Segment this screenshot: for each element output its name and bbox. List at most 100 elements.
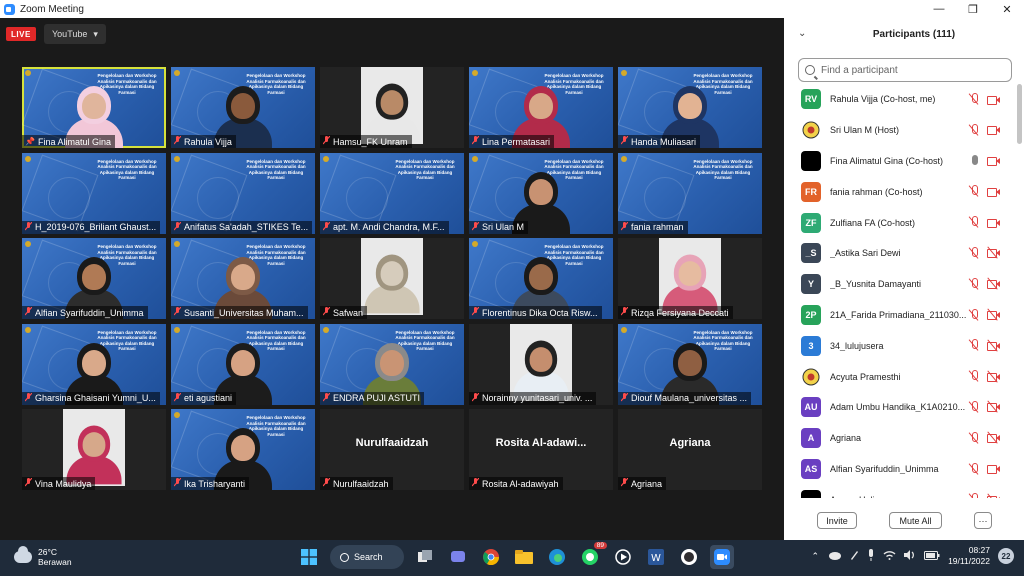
chrome-icon[interactable] (479, 545, 503, 569)
muted-mic-icon[interactable] (969, 123, 979, 136)
participant-row[interactable]: A Agriana (784, 423, 1016, 454)
muted-mic-icon[interactable] (969, 431, 979, 444)
participant-row[interactable]: _S _Astika Sari Dewi (784, 238, 1016, 269)
camera-off-icon[interactable] (987, 431, 1000, 444)
video-tile[interactable]: Pengelolaan dan Workshop Analisis Farmak… (618, 67, 762, 148)
media-player-icon[interactable] (611, 545, 635, 569)
minimize-button[interactable]: — (922, 0, 956, 18)
video-tile[interactable]: Hamsu_FK Unram (320, 67, 464, 148)
video-tile[interactable]: Pengelolaan dan Workshop Analisis Farmak… (320, 323, 464, 405)
participant-row[interactable]: Acyuta Pramesthi (784, 361, 1016, 392)
muted-mic-icon[interactable] (969, 308, 979, 321)
muted-mic-icon[interactable] (969, 462, 979, 475)
participant-row[interactable]: 3 34_lulujusera (784, 330, 1016, 361)
video-tile[interactable]: Safwan (320, 238, 464, 319)
whatsapp-icon[interactable]: 89 (578, 542, 607, 569)
weather-widget[interactable]: 26°C Berawan (14, 546, 72, 567)
pen-icon[interactable] (849, 549, 859, 563)
video-tile[interactable]: Pengelolaan dan Workshop Analisis Farmak… (22, 152, 166, 234)
close-button[interactable]: ✕ (990, 0, 1024, 18)
invite-button[interactable]: Invite (817, 512, 857, 529)
edge-icon[interactable] (545, 545, 569, 569)
muted-mic-icon[interactable] (969, 216, 979, 228)
participant-row[interactable]: AU Adam Umbu Handika_K1A0210... (784, 392, 1016, 423)
video-tile[interactable]: Agriana Agriana (618, 409, 762, 490)
camera-off-icon[interactable] (987, 277, 1000, 290)
microphone-icon[interactable] (867, 549, 875, 563)
participant-search-input[interactable] (821, 64, 991, 76)
video-tile[interactable]: Pengelolaan dan Workshop Analisis Farmak… (22, 323, 166, 405)
video-tile[interactable]: Pengelolaan dan Workshop Analisis Farmak… (469, 238, 613, 319)
camera-icon[interactable] (987, 156, 1000, 167)
video-tile[interactable]: Pengelolaan dan Workshop Analisis Farmak… (171, 323, 315, 405)
wifi-icon[interactable] (883, 550, 896, 562)
video-tile[interactable]: Pengelolaan dan Workshop Analisis Farmak… (171, 409, 315, 490)
battery-icon[interactable] (924, 550, 940, 562)
participant-search[interactable] (798, 58, 1012, 82)
video-tile[interactable]: Pengelolaan dan Workshop Analisis Farmak… (469, 67, 613, 148)
participant-row[interactable]: ZF Zulfiana FA (Co-host) (784, 207, 1016, 238)
muted-mic-icon[interactable] (969, 339, 979, 351)
youtube-dropdown[interactable]: YouTube ▾ (44, 24, 106, 44)
camera-off-icon[interactable] (987, 493, 1000, 498)
video-tile[interactable]: Pengelolaan dan Workshop Analisis Farmak… (22, 67, 166, 148)
camera-off-icon[interactable] (987, 400, 1000, 414)
camera-icon[interactable] (987, 125, 1000, 136)
participant-row[interactable]: 2P 21A_Farida Primadiana_211030... (784, 300, 1016, 331)
chat-icon[interactable] (446, 545, 470, 569)
volume-icon[interactable] (904, 550, 916, 562)
camera-off-icon[interactable] (987, 370, 1000, 383)
video-tile[interactable]: Rosita Al-adawi... Rosita Al-adawiyah (469, 409, 613, 490)
video-tile[interactable]: Pengelolaan dan Workshop Analisis Farmak… (618, 152, 762, 234)
participant-row[interactable]: RV Rahula Vijja (Co-host, me) (784, 84, 1016, 115)
tray-overflow-icon[interactable]: ⌃ (812, 551, 820, 562)
notification-count[interactable]: 22 (998, 548, 1014, 564)
participant-row[interactable]: AS Alfian Syarifuddin_Unimma (784, 454, 1016, 485)
onedrive-icon[interactable] (827, 551, 842, 562)
taskbar-search[interactable]: Search (330, 545, 404, 569)
video-tile[interactable]: Pengelolaan dan Workshop Analisis Farmak… (171, 238, 315, 319)
muted-mic-icon[interactable] (969, 493, 979, 498)
muted-mic-icon[interactable] (969, 246, 979, 259)
obs-icon[interactable] (677, 545, 701, 569)
participant-row[interactable]: Sri Ulan M (Host) (784, 115, 1016, 146)
camera-off-icon[interactable] (987, 339, 1000, 352)
camera-off-icon[interactable] (987, 246, 1000, 260)
collapse-chevron-icon[interactable]: ⌄ (798, 28, 806, 39)
windows-start-icon[interactable] (297, 545, 321, 569)
participant-list-scrollbar[interactable] (1017, 84, 1022, 144)
participant-row[interactable]: Amran Halim (784, 484, 1016, 498)
video-tile[interactable]: Pengelolaan dan Workshop Analisis Farmak… (469, 152, 613, 234)
camera-icon[interactable] (987, 218, 1000, 228)
video-tile[interactable]: Pengelolaan dan Workshop Analisis Farmak… (22, 238, 166, 319)
taskbar-clock[interactable]: 08:27 19/11/2022 (948, 545, 990, 567)
participant-row[interactable]: Y _B_Yusnita Damayanti (784, 269, 1016, 300)
camera-icon[interactable] (987, 464, 1000, 475)
live-badge[interactable]: LIVE (6, 27, 36, 41)
task-view-icon[interactable] (413, 545, 437, 569)
restore-button[interactable]: ❐ (956, 0, 990, 18)
muted-mic-icon[interactable] (969, 400, 979, 413)
microphone-icon[interactable] (969, 154, 979, 167)
more-options-button[interactable]: ··· (974, 512, 992, 529)
muted-mic-icon[interactable] (969, 185, 979, 197)
video-tile[interactable]: Nurulfaaidzah Nurulfaaidzah (320, 409, 464, 490)
camera-icon[interactable] (987, 95, 1000, 105)
muted-mic-icon[interactable] (969, 370, 979, 382)
video-tile[interactable]: Norainny yunitasari_univ. ... (469, 323, 613, 405)
word-icon[interactable]: W (644, 545, 668, 569)
muted-mic-icon[interactable] (969, 277, 979, 290)
camera-off-icon[interactable] (987, 308, 1000, 321)
video-tile[interactable]: Pengelolaan dan Workshop Analisis Farmak… (618, 323, 762, 405)
video-tile[interactable]: Pengelolaan dan Workshop Analisis Farmak… (320, 152, 464, 234)
zoom-taskbar-icon[interactable] (710, 545, 734, 569)
video-tile[interactable]: Rizqa Fersiyana Deccati (618, 238, 762, 319)
video-tile[interactable]: Vina Maulidya (22, 409, 166, 490)
camera-icon[interactable] (987, 187, 1000, 197)
participant-row[interactable]: Fina Alimatul Gina (Co-host) (784, 146, 1016, 177)
muted-mic-icon[interactable] (969, 93, 979, 105)
mute-all-button[interactable]: Mute All (889, 512, 942, 529)
video-tile[interactable]: Pengelolaan dan Workshop Analisis Farmak… (171, 152, 315, 234)
file-explorer-icon[interactable] (512, 545, 536, 569)
video-tile[interactable]: Pengelolaan dan Workshop Analisis Farmak… (171, 67, 315, 148)
